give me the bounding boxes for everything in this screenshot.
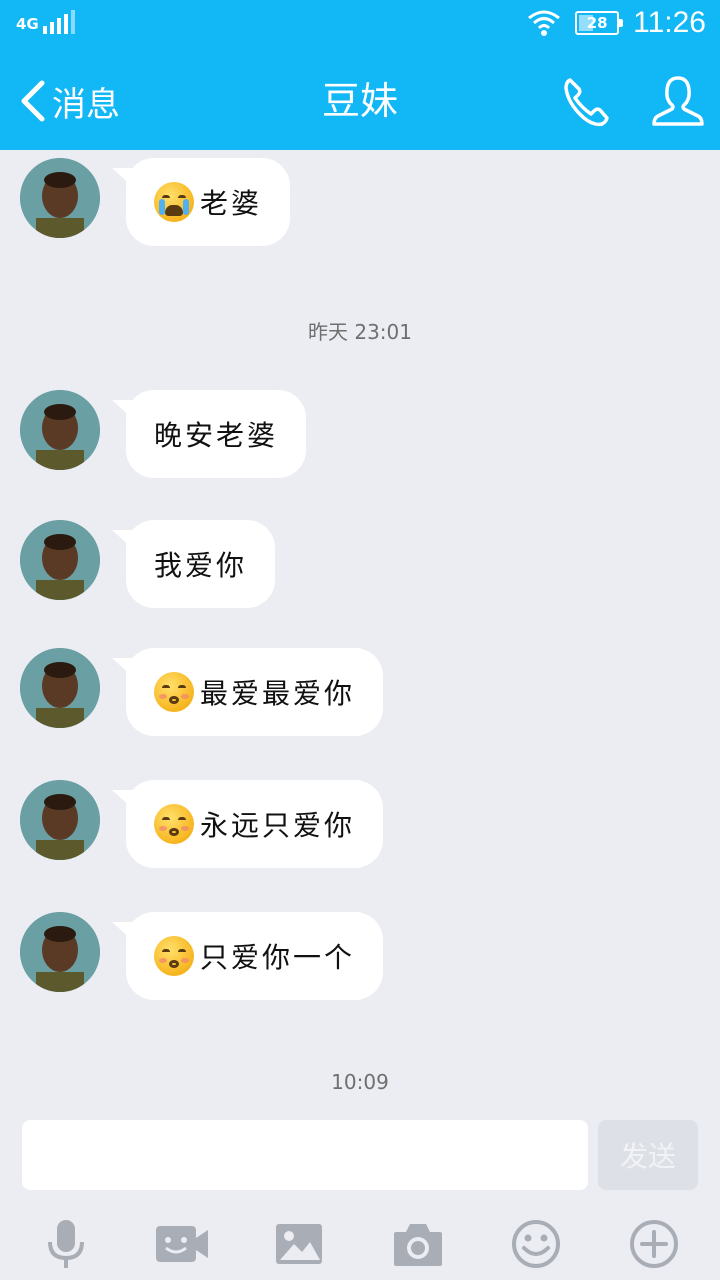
kissing-emoji-icon bbox=[154, 804, 194, 844]
video-call-icon[interactable] bbox=[154, 1216, 210, 1272]
message-text: 最爱最爱你 bbox=[200, 677, 356, 710]
phone-icon[interactable] bbox=[558, 74, 614, 130]
signal-bars-icon bbox=[42, 10, 75, 34]
composer-toolbar bbox=[0, 1210, 720, 1274]
send-button[interactable]: 发送 bbox=[598, 1120, 698, 1190]
message-row: 永远只爱你 bbox=[20, 780, 384, 868]
avatar[interactable] bbox=[20, 912, 100, 992]
message-text: 老婆 bbox=[200, 187, 263, 220]
message-text: 永远只爱你 bbox=[200, 809, 356, 842]
timestamp: 昨天 23:01 bbox=[308, 320, 412, 344]
message-input[interactable] bbox=[22, 1120, 588, 1190]
timestamp: 10:09 bbox=[331, 1070, 389, 1094]
signal-indicator: 4G bbox=[16, 10, 75, 34]
contact-icon[interactable] bbox=[650, 74, 706, 130]
avatar[interactable] bbox=[20, 158, 100, 238]
message-bubble[interactable]: 我爱你 bbox=[111, 520, 276, 608]
message-row: 我爱你 bbox=[20, 520, 276, 608]
network-type: 4G bbox=[16, 15, 39, 33]
camera-icon[interactable] bbox=[390, 1216, 446, 1272]
status-bar: 4G 28 11:26 bbox=[0, 0, 720, 50]
chat-screen: 4G 28 11:26 消息 豆妹 老婆 昨天 23:01 晚安老婆 我爱你 最… bbox=[0, 0, 720, 1280]
wifi-icon bbox=[528, 10, 561, 36]
message-bubble[interactable]: 只爱你一个 bbox=[111, 912, 384, 1000]
top-bar: 4G 28 11:26 消息 豆妹 bbox=[0, 0, 720, 150]
avatar[interactable] bbox=[20, 648, 100, 728]
composer: 发送 bbox=[0, 1110, 720, 1280]
microphone-icon[interactable] bbox=[38, 1216, 94, 1272]
nav-bar: 消息 豆妹 bbox=[0, 50, 720, 150]
message-row: 晚安老婆 bbox=[20, 390, 307, 478]
message-row: 最爱最爱你 bbox=[20, 648, 384, 736]
message-bubble[interactable]: 最爱最爱你 bbox=[111, 648, 384, 736]
message-text: 只爱你一个 bbox=[200, 941, 356, 974]
battery-level: 28 bbox=[586, 14, 608, 32]
avatar[interactable] bbox=[20, 520, 100, 600]
message-bubble[interactable]: 永远只爱你 bbox=[111, 780, 384, 868]
avatar[interactable] bbox=[20, 780, 100, 860]
message-text: 我爱你 bbox=[154, 549, 248, 582]
plus-icon[interactable] bbox=[626, 1216, 682, 1272]
status-time: 11:26 bbox=[633, 6, 706, 39]
message-text: 晚安老婆 bbox=[154, 419, 279, 452]
battery-icon: 28 bbox=[575, 11, 624, 35]
message-row: 老婆 bbox=[20, 158, 291, 246]
crying-emoji-icon bbox=[154, 182, 194, 222]
message-row: 只爱你一个 bbox=[20, 912, 384, 1000]
emoji-icon[interactable] bbox=[508, 1216, 564, 1272]
avatar[interactable] bbox=[20, 390, 100, 470]
message-bubble[interactable]: 老婆 bbox=[111, 158, 291, 246]
image-icon[interactable] bbox=[272, 1216, 328, 1272]
kissing-emoji-icon bbox=[154, 936, 194, 976]
kissing-emoji-icon bbox=[154, 672, 194, 712]
message-bubble[interactable]: 晚安老婆 bbox=[111, 390, 307, 478]
